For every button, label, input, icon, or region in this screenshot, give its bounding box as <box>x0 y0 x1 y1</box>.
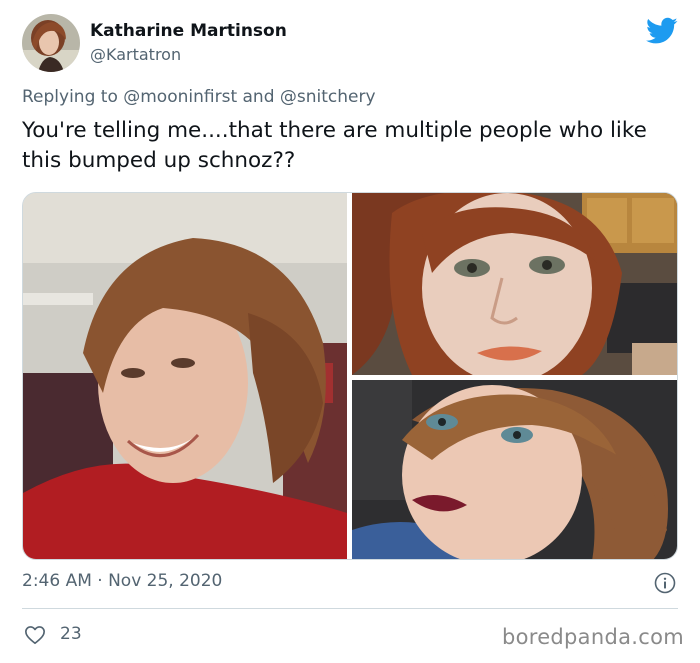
tweet-timestamp[interactable]: 2:46 AM · Nov 25, 2020 <box>22 571 222 591</box>
author-handle[interactable]: @Kartatron <box>90 45 181 64</box>
photo-3[interactable] <box>352 380 677 559</box>
author-display-name[interactable]: Katharine Martinson <box>90 21 287 41</box>
heart-icon[interactable] <box>24 624 46 646</box>
mention-link-mooninfirst[interactable]: @mooninfirst <box>123 87 237 107</box>
divider <box>22 608 678 609</box>
reply-prefix: Replying to <box>22 87 118 107</box>
avatar-photo <box>22 14 80 72</box>
reply-context: Replying to @mooninfirst and @snitchery <box>22 87 376 107</box>
photo-2[interactable] <box>352 193 677 375</box>
avatar[interactable] <box>22 14 80 72</box>
tweet-text: You're telling me....that there are mult… <box>22 118 647 173</box>
watermark: boredpanda.com <box>501 625 684 649</box>
info-icon[interactable] <box>654 572 676 594</box>
twitter-bird-icon[interactable] <box>646 17 678 45</box>
reply-conjunction: and <box>242 87 275 107</box>
photo-1[interactable] <box>23 193 347 559</box>
media-grid <box>22 192 678 560</box>
mention-link-snitchery[interactable]: @snitchery <box>280 87 376 107</box>
like-count: 23 <box>60 624 82 644</box>
